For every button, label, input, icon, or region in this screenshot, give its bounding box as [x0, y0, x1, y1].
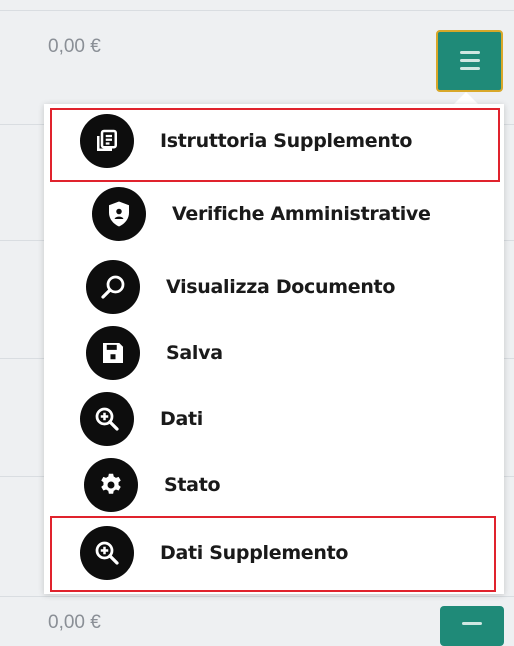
- row-amount: 0,00 €: [48, 612, 101, 633]
- menu-item-dati[interactable]: Dati: [44, 386, 504, 452]
- table-row-divider: [0, 10, 514, 11]
- document-list-icon: [80, 114, 134, 168]
- menu-item-istruttoria-supplemento[interactable]: Istruttoria Supplemento: [44, 108, 504, 174]
- menu-item-stato[interactable]: Stato: [44, 452, 504, 518]
- zoom-in-icon: [80, 526, 134, 580]
- menu-item-verifiche-amministrative[interactable]: Verifiche Amministrative: [44, 181, 504, 247]
- row-amount: 0,00 €: [48, 36, 101, 57]
- shield-user-icon: [92, 187, 146, 241]
- menu-item-visualizza-documento[interactable]: Visualizza Documento: [44, 254, 504, 320]
- hamburger-icon: [460, 51, 480, 71]
- table-row-divider: [0, 596, 514, 597]
- actions-menu-button[interactable]: [440, 606, 504, 646]
- menu-item-label: Verifiche Amministrative: [172, 203, 431, 225]
- menu-item-salva[interactable]: Salva: [44, 320, 504, 386]
- menu-item-label: Dati Supplemento: [160, 542, 349, 564]
- menu-item-label: Stato: [164, 474, 221, 496]
- actions-menu-button[interactable]: [436, 30, 503, 92]
- menu-item-dati-supplemento[interactable]: Dati Supplemento: [44, 520, 504, 586]
- actions-dropdown-menu: Istruttoria Supplemento Verifiche Ammini…: [44, 104, 504, 594]
- menu-item-label: Istruttoria Supplemento: [160, 130, 413, 152]
- menu-item-label: Dati: [160, 408, 203, 430]
- hamburger-icon: [462, 622, 482, 625]
- menu-item-label: Visualizza Documento: [166, 276, 396, 298]
- menu-item-label: Salva: [166, 342, 223, 364]
- zoom-in-icon: [80, 392, 134, 446]
- gear-icon: [84, 458, 138, 512]
- floppy-disk-icon: [86, 326, 140, 380]
- magnifier-icon: [86, 260, 140, 314]
